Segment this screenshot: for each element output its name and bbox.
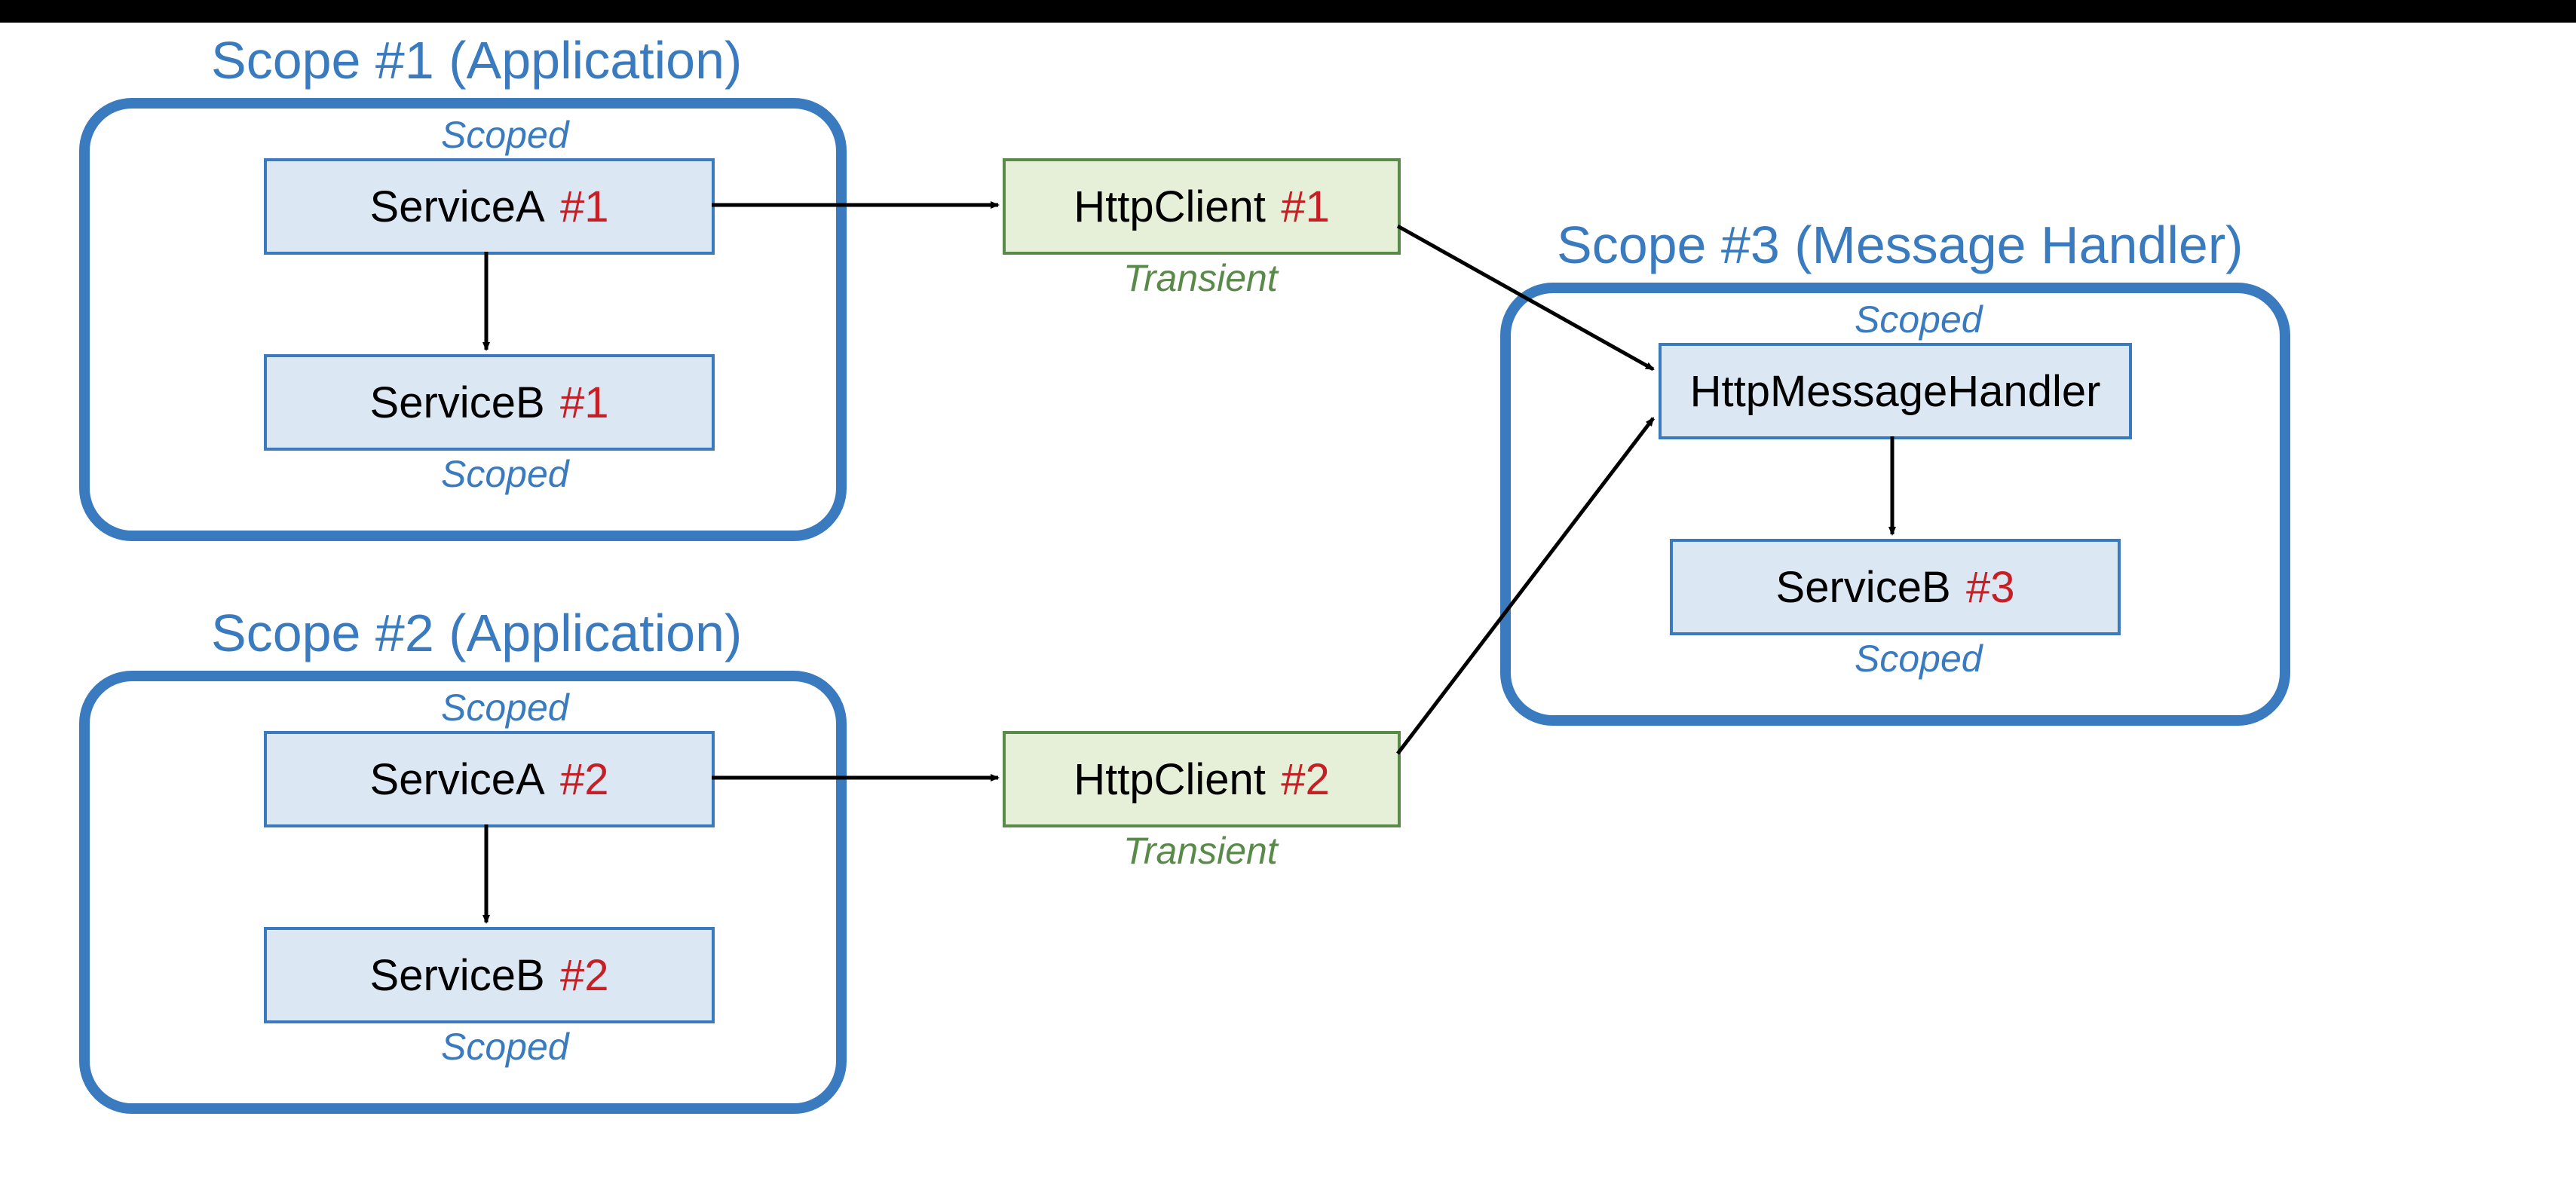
httpclient1-box: HttpClient #1 xyxy=(1003,158,1401,255)
scope1-serviceA-lifetime: Scoped xyxy=(441,113,569,157)
scope2-serviceA-box: ServiceA #2 xyxy=(264,731,715,827)
scope2-serviceB-box: ServiceB #2 xyxy=(264,927,715,1023)
httpclient2-lifetime: Transient xyxy=(1123,829,1278,873)
httpclient1-lifetime: Transient xyxy=(1123,256,1278,300)
scope1-serviceA-box: ServiceA #1 xyxy=(264,158,715,255)
scope2-serviceB-lifetime: Scoped xyxy=(441,1025,569,1069)
scope1-serviceA-num: #1 xyxy=(560,182,609,232)
httpclient2-num: #2 xyxy=(1281,754,1330,805)
scope2-serviceB-num: #2 xyxy=(560,950,609,1001)
scope1-serviceA-name: ServiceA xyxy=(370,182,545,232)
top-black-bar xyxy=(0,0,2576,23)
httpclient2-name: HttpClient xyxy=(1074,754,1266,805)
httpmessagehandler-box: HttpMessageHandler xyxy=(1659,343,2132,439)
httpclient1-num: #1 xyxy=(1281,182,1330,232)
scope3-serviceB-name: ServiceB xyxy=(1776,562,1951,613)
scope1-title: Scope #1 (Application) xyxy=(211,30,742,90)
scope1-serviceB-name: ServiceB xyxy=(370,378,545,428)
scope2-serviceA-num: #2 xyxy=(560,754,609,805)
scope3-serviceB-lifetime: Scoped xyxy=(1855,637,1983,681)
scope3-serviceB-num: #3 xyxy=(1966,562,2015,613)
scope1-serviceB-num: #1 xyxy=(560,378,609,428)
httpmessagehandler-name: HttpMessageHandler xyxy=(1690,366,2101,417)
scope3-handler-lifetime: Scoped xyxy=(1855,298,1983,341)
scope3-title: Scope #3 (Message Handler) xyxy=(1557,215,2243,275)
httpclient1-name: HttpClient xyxy=(1074,182,1266,232)
scope3-serviceB-box: ServiceB #3 xyxy=(1670,539,2121,635)
scope2-serviceB-name: ServiceB xyxy=(370,950,545,1001)
scope1-serviceB-box: ServiceB #1 xyxy=(264,354,715,451)
scope2-serviceA-name: ServiceA xyxy=(370,754,545,805)
scope1-serviceB-lifetime: Scoped xyxy=(441,452,569,496)
scope2-serviceA-lifetime: Scoped xyxy=(441,686,569,729)
scope2-title: Scope #2 (Application) xyxy=(211,603,742,663)
httpclient2-box: HttpClient #2 xyxy=(1003,731,1401,827)
